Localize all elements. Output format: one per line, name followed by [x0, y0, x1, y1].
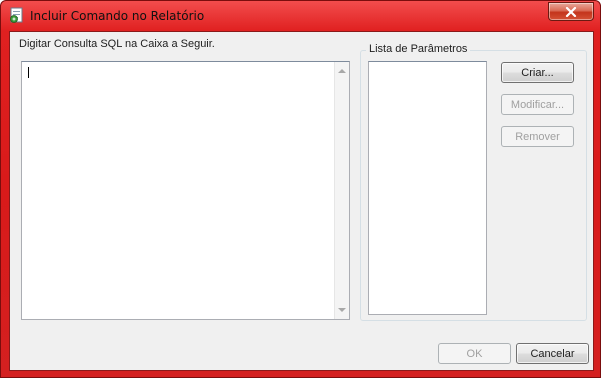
parameters-group-label: Lista de Parâmetros	[366, 43, 471, 55]
scroll-up-icon[interactable]	[338, 69, 346, 73]
sql-label: Digitar Consulta SQL na Caixa a Seguir.	[19, 38, 215, 50]
dialog-client-area: Digitar Consulta SQL na Caixa a Seguir. …	[9, 31, 594, 371]
parameters-list[interactable]	[368, 61, 487, 315]
window-title: Incluir Comando no Relatório	[30, 9, 205, 23]
text-caret	[28, 67, 29, 78]
sql-scrollbar[interactable]	[334, 62, 349, 319]
sql-query-textarea[interactable]	[21, 61, 350, 320]
title-bar[interactable]: Incluir Comando no Relatório	[1, 1, 600, 29]
close-icon	[549, 3, 593, 20]
cancel-button[interactable]: Cancelar	[516, 343, 589, 364]
remove-parameter-button[interactable]: Remover	[501, 126, 574, 147]
create-parameter-button[interactable]: Criar...	[501, 62, 574, 83]
parameters-group: Lista de Parâmetros	[360, 43, 587, 321]
dialog-window: Incluir Comando no Relatório Digitar Con…	[0, 0, 601, 378]
report-icon	[9, 7, 25, 23]
modify-parameter-button[interactable]: Modificar...	[501, 94, 574, 115]
ok-button[interactable]: OK	[438, 343, 511, 364]
scroll-down-icon[interactable]	[338, 308, 346, 312]
close-button[interactable]	[548, 2, 594, 21]
